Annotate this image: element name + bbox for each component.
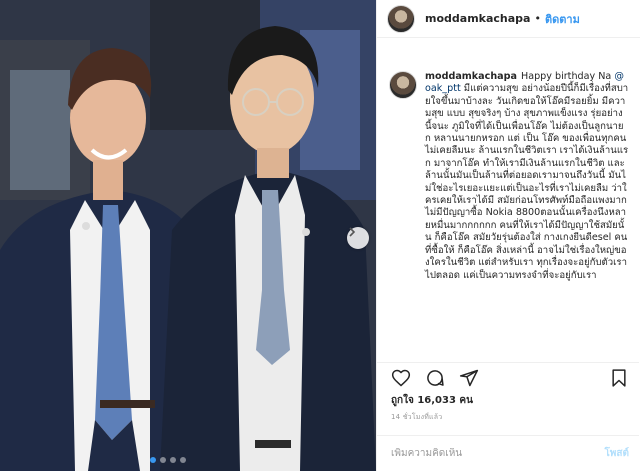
- caption-text: moddamkachapa Happy birthday Na @oak_ptt …: [425, 71, 629, 282]
- post-header: moddamkachapa • ติดตาม: [377, 0, 640, 38]
- carousel-dot: [180, 457, 186, 463]
- heart-icon[interactable]: [391, 368, 411, 388]
- photo-illustration: [0, 0, 376, 471]
- caption-body: มีแต่ความสุข อย่างน้อยปีนี้ก็มีเรื่องที่…: [425, 83, 629, 281]
- chevron-right-icon: [349, 227, 356, 237]
- header-username[interactable]: moddamkachapa: [425, 12, 530, 25]
- post-photo[interactable]: [0, 0, 376, 471]
- follow-button[interactable]: ติดตาม: [545, 10, 580, 28]
- avatar[interactable]: [387, 4, 415, 33]
- carousel-dot: [160, 457, 166, 463]
- post-side-panel: moddamkachapa • ติดตาม moddamkachapa Happ…: [376, 0, 640, 471]
- comment-input[interactable]: [391, 448, 605, 459]
- carousel-indicator: [150, 457, 186, 463]
- header-separator: •: [534, 12, 541, 25]
- action-bar: [377, 362, 639, 392]
- comment-box: โพสต์: [377, 435, 639, 471]
- share-icon[interactable]: [459, 368, 479, 388]
- like-count[interactable]: ถูกใจ 16,033 คน: [391, 393, 473, 408]
- caption-username[interactable]: moddamkachapa: [425, 71, 517, 82]
- post-comment-button[interactable]: โพสต์: [604, 446, 629, 461]
- caption-lead: Happy birthday Na: [520, 71, 615, 82]
- post-timestamp[interactable]: 14 ชั่วโมงที่แล้ว: [391, 412, 442, 423]
- caption-avatar[interactable]: [389, 71, 417, 99]
- next-photo-button[interactable]: [347, 227, 369, 249]
- carousel-dot: [170, 457, 176, 463]
- carousel-dot: [150, 457, 156, 463]
- caption: moddamkachapa Happy birthday Na @oak_ptt …: [377, 63, 639, 359]
- comment-icon[interactable]: [425, 368, 445, 388]
- bookmark-icon[interactable]: [609, 368, 629, 388]
